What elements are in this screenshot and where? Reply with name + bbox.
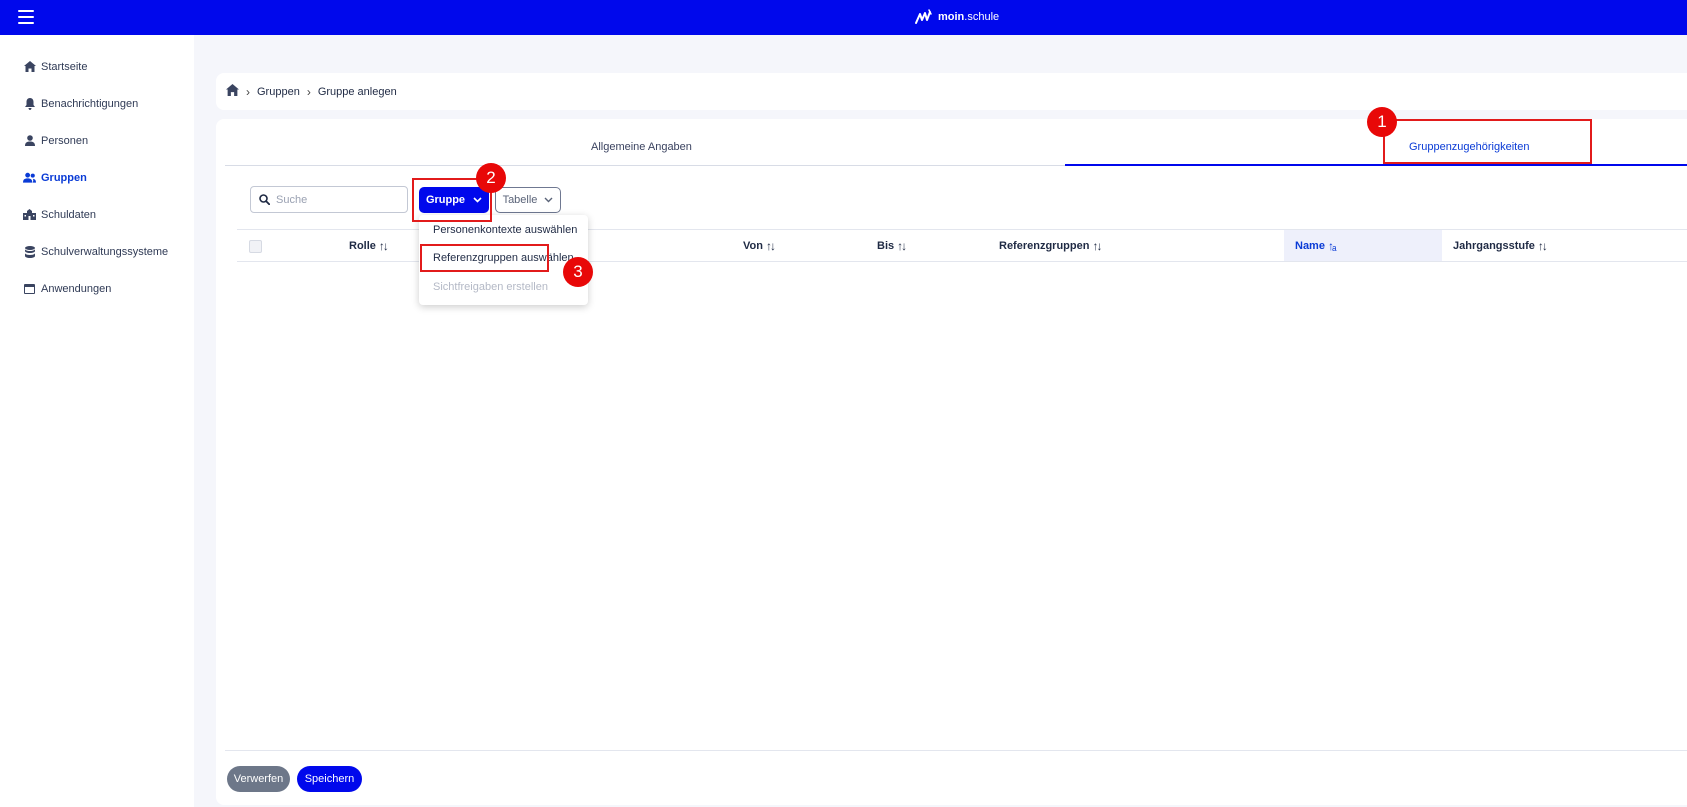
breadcrumb-item-current: Gruppe anlegen [317,85,397,98]
sidebar-item-label: Schuldaten [41,208,97,221]
breadcrumb-card: › Gruppen › Gruppe anlegen [216,73,1687,110]
column-header-rolle[interactable]: Rolle ↑↓ [349,239,389,253]
sort-icon: ↑↓ [1092,239,1102,253]
sort-icon: ↑↓ [765,239,776,253]
column-label: Name [1295,240,1325,252]
moin-logo-icon [915,9,932,24]
annotation-badge-1: 1 [1367,107,1397,137]
annotation-highlight-3 [420,244,549,272]
column-label: Rolle [349,240,376,252]
menu-item-personenkontexte[interactable]: Personenkontexte auswählen [433,224,577,236]
hamburger-menu-icon[interactable] [18,10,34,24]
sidebar-item-personen[interactable]: Personen [23,134,88,147]
save-button[interactable]: Speichern [297,766,362,792]
column-header-bis[interactable]: Bis ↑↓ [877,239,907,253]
active-tab-indicator [1065,164,1687,166]
chevron-right-icon: › [306,84,311,99]
column-header-von[interactable]: Von ↑↓ [743,239,776,253]
select-all-checkbox[interactable] [249,240,262,253]
chevron-right-icon: › [246,84,250,99]
sidebar-item-label: Personen [41,134,89,147]
column-header-referenzgruppen[interactable]: Referenzgruppen ↑↓ [999,239,1102,253]
footer-divider [225,750,1687,751]
brand-name-bold: moin [938,11,965,23]
school-icon [23,208,36,221]
sidebar-item-startseite[interactable]: Startseite [23,60,87,73]
sidebar: Startseite Benachrichtigungen Personen G… [0,35,194,807]
chevron-down-icon [544,197,553,203]
column-label: Referenzgruppen [999,240,1090,252]
tabelle-dropdown-button[interactable]: Tabelle [495,187,561,213]
sidebar-item-label: Schulverwaltungssysteme [41,245,169,258]
sidebar-item-schuldaten[interactable]: Schuldaten [23,208,96,221]
column-label: Von [743,240,763,252]
sidebar-item-schulverwaltungssysteme[interactable]: Schulverwaltungssysteme [23,245,168,258]
group-icon [23,171,36,184]
discard-button[interactable]: Verwerfen [227,766,290,792]
tabelle-button-label: Tabelle [502,194,538,206]
sort-icon: ↑↓ [378,239,389,253]
annotation-highlight-1 [1383,119,1592,164]
sidebar-item-label: Startseite [41,60,88,73]
column-header-jahrgangsstufe[interactable]: Jahrgangsstufe ↑↓ [1453,239,1548,253]
database-icon [23,245,36,258]
brand-logo[interactable]: moin .schule [914,8,999,26]
sort-icon: ↑↓ [897,239,907,253]
sort-ascending-icon: ↑ₐ [1327,239,1337,253]
person-icon [23,134,36,147]
sidebar-item-anwendungen[interactable]: Anwendungen [23,282,111,295]
top-bar: moin .schule [0,0,1687,35]
column-label: Bis [877,240,895,252]
home-icon [23,60,36,73]
sort-icon: ↑↓ [1537,239,1548,253]
sidebar-item-benachrichtigungen[interactable]: Benachrichtigungen [23,97,138,110]
annotation-badge-3: 3 [563,257,593,287]
brand-name-rest: .schule [964,11,1000,23]
sidebar-item-gruppen[interactable]: Gruppen [23,171,87,184]
home-icon[interactable] [226,84,239,99]
sidebar-item-label: Benachrichtigungen [41,97,139,110]
column-label: Jahrgangsstufe [1453,240,1535,252]
search-input[interactable]: Suche [250,186,408,213]
bell-icon [23,97,36,110]
search-placeholder: Suche [276,193,308,206]
menu-item-sichtfreigaben: Sichtfreigaben erstellen [433,281,548,293]
breadcrumb-item-gruppen[interactable]: Gruppen [257,86,300,98]
sidebar-item-label: Gruppen [41,171,87,184]
sidebar-item-label: Anwendungen [41,282,112,295]
search-icon [259,194,270,205]
breadcrumb: › Gruppen › Gruppe anlegen [226,84,397,99]
annotation-badge-2: 2 [476,163,506,193]
app-window-icon [23,282,36,295]
tab-allgemeine-angaben[interactable]: Allgemeine Angaben [591,141,692,153]
column-header-name[interactable]: Name ↑ₐ [1295,239,1337,253]
